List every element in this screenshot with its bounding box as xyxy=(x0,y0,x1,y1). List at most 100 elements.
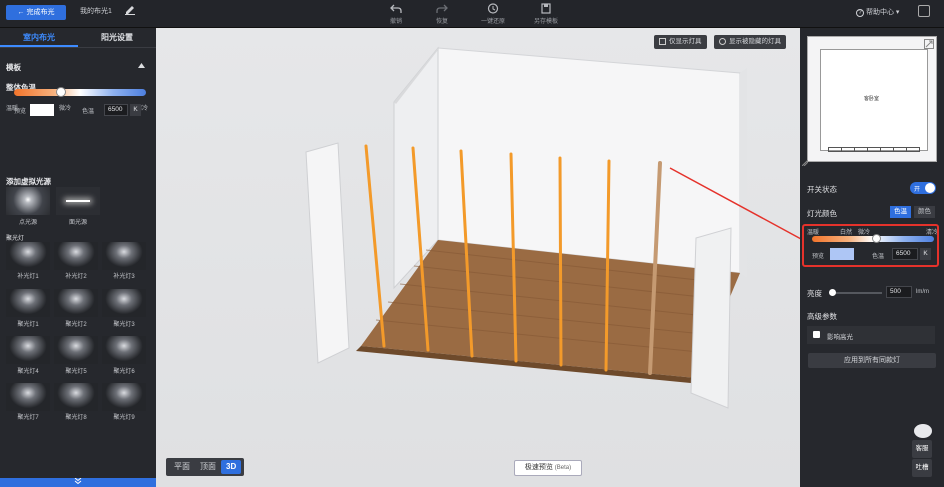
color-mode-temp[interactable]: 色温 xyxy=(890,206,911,218)
left-tabs: 室内布光 阳光设置 xyxy=(0,28,156,48)
brightness-slider[interactable] xyxy=(830,292,882,294)
scheme-name: 我的布光1 xyxy=(80,8,112,15)
spot-label: 补光灯3 xyxy=(113,274,135,280)
area-light-tile[interactable] xyxy=(56,187,100,215)
spot-tile[interactable] xyxy=(54,289,98,317)
show-hidden-lights-button[interactable]: 显示被隐藏的灯具 xyxy=(714,35,786,49)
apply-to-all-button[interactable]: 应用到所有同款灯 xyxy=(808,353,936,368)
undo-label: 撤销 xyxy=(389,19,402,25)
show-hidden-lights-label: 显示被隐藏的灯具 xyxy=(729,38,781,45)
brightness-label: 亮度 xyxy=(807,289,822,298)
highlight-checkbox[interactable] xyxy=(813,331,820,338)
expand-panel-button[interactable] xyxy=(0,477,156,487)
reset-button[interactable]: 一键还原 xyxy=(473,3,513,25)
minimap-room-label: 客卧室 xyxy=(864,96,880,102)
edit-icon[interactable] xyxy=(124,4,136,16)
eye-icon xyxy=(719,37,726,45)
tab-indoor-lighting[interactable]: 室内布光 xyxy=(0,28,78,47)
advanced-params-label: 高级参数 xyxy=(807,312,837,321)
reset-label: 一键还原 xyxy=(480,19,505,25)
switch-toggle[interactable]: 开 xyxy=(910,182,936,194)
spot-tile[interactable] xyxy=(6,242,50,270)
redo-button[interactable]: 恢复 xyxy=(422,3,462,25)
highlight-label: 影响高光 xyxy=(827,334,853,341)
spot-label: 聚光灯9 xyxy=(113,415,135,421)
spot-label: 补光灯2 xyxy=(65,274,87,280)
view-mode-plan[interactable]: 平面 xyxy=(169,460,195,474)
save-template-button[interactable]: 另存模板 xyxy=(526,3,566,25)
double-chevron-down-icon xyxy=(74,477,82,485)
temp-unit: K xyxy=(130,104,141,116)
color-temp-slider-handle[interactable] xyxy=(56,87,66,97)
point-light-tile[interactable] xyxy=(6,187,50,215)
spot-tile[interactable] xyxy=(54,336,98,364)
switch-label: 开关状态 xyxy=(807,185,837,194)
brightness-input[interactable]: 500 xyxy=(886,286,912,298)
spot-label: 聚光灯4 xyxy=(17,369,39,375)
undo-icon xyxy=(390,4,402,13)
customer-service-avatar[interactable] xyxy=(914,424,932,438)
fast-preview-label: 极速预览 xyxy=(524,464,553,471)
top-toolbar: ← 完成布光 我的布光1 撤销 恢复 一键还原 另存模板 ? 帮助中心 ▾ xyxy=(0,0,944,28)
point-light-label: 点光源 xyxy=(18,220,37,226)
spot-tile[interactable] xyxy=(54,242,98,270)
reset-icon xyxy=(487,3,499,14)
brightness-slider-handle[interactable] xyxy=(829,289,836,296)
spot-label: 聚光灯6 xyxy=(113,369,135,375)
spot-label: 聚光灯2 xyxy=(65,322,87,328)
help-icon: ? xyxy=(856,9,864,17)
fast-preview-beta: (Beta) xyxy=(554,465,572,471)
tab-sunlight-settings[interactable]: 阳光设置 xyxy=(78,28,156,47)
temp-value-input[interactable]: 6500 xyxy=(104,104,128,116)
spot-group-label: 聚光灯 xyxy=(6,236,25,242)
highlight-row[interactable]: 影响高光 xyxy=(807,326,935,344)
minimap-lights-row xyxy=(828,147,920,152)
view-mode-switch: 平面 顶面 3D xyxy=(166,458,245,476)
color-temp-slider[interactable] xyxy=(14,89,146,96)
view-mode-3d[interactable]: 3D xyxy=(221,460,242,474)
collapse-arrow-icon[interactable] xyxy=(138,63,145,68)
area-light-label: 面光源 xyxy=(68,220,87,226)
spot-tile[interactable] xyxy=(102,383,146,411)
spot-tile[interactable] xyxy=(6,289,50,317)
spot-label: 聚光灯8 xyxy=(65,415,87,421)
spot-tile[interactable] xyxy=(6,336,50,364)
light-color-label: 灯光颜色 xyxy=(807,209,837,218)
fullscreen-icon[interactable] xyxy=(918,5,930,17)
preview-label: 预览 xyxy=(14,109,27,115)
feedback-button[interactable]: 吐槽 xyxy=(912,459,932,477)
checkbox-icon xyxy=(659,37,666,45)
fast-preview-button[interactable]: 极速预览 (Beta) xyxy=(514,460,582,476)
color-mode-rgb[interactable]: 颜色 xyxy=(914,206,935,218)
redo-icon xyxy=(436,4,448,13)
scale-slight-cool: 微冷 xyxy=(59,106,72,112)
spot-label: 聚光灯7 xyxy=(17,415,39,421)
spot-tile[interactable] xyxy=(54,383,98,411)
only-show-lights-label: 仅显示灯具 xyxy=(669,38,702,45)
undo-button[interactable]: 撤销 xyxy=(376,3,416,25)
finish-lighting-button[interactable]: ← 完成布光 xyxy=(6,5,66,20)
minimap[interactable]: 客卧室 xyxy=(807,36,937,162)
resize-handle-icon[interactable] xyxy=(802,160,808,166)
view-mode-ceiling[interactable]: 顶面 xyxy=(195,460,221,474)
expand-minimap-icon[interactable] xyxy=(924,39,934,49)
only-show-lights-toggle[interactable]: 仅显示灯具 xyxy=(654,35,707,49)
3d-viewport[interactable]: 仅显示灯具 显示被隐藏的灯具 平面 顶面 3D 极速预览 (Beta) xyxy=(156,28,800,487)
template-header[interactable]: 模板 xyxy=(6,62,21,73)
brightness-unit: lm/m xyxy=(916,289,929,295)
customer-service-button[interactable]: 客服 xyxy=(912,440,932,458)
highlight-annotation-box xyxy=(802,224,939,267)
spot-tile[interactable] xyxy=(6,383,50,411)
spot-tile[interactable] xyxy=(102,289,146,317)
spot-label: 聚光灯5 xyxy=(65,369,87,375)
temp-label: 色温 xyxy=(82,109,95,115)
color-preview-swatch xyxy=(30,104,54,116)
spot-tile[interactable] xyxy=(102,336,146,364)
redo-label: 恢复 xyxy=(435,19,448,25)
spot-tile[interactable] xyxy=(102,242,146,270)
save-template-icon xyxy=(541,3,551,14)
spot-label: 聚光灯1 xyxy=(17,322,39,328)
room-3d-scene xyxy=(305,46,800,409)
help-center-menu[interactable]: ? 帮助中心 ▾ xyxy=(856,7,899,17)
save-template-label: 另存模板 xyxy=(533,19,558,25)
